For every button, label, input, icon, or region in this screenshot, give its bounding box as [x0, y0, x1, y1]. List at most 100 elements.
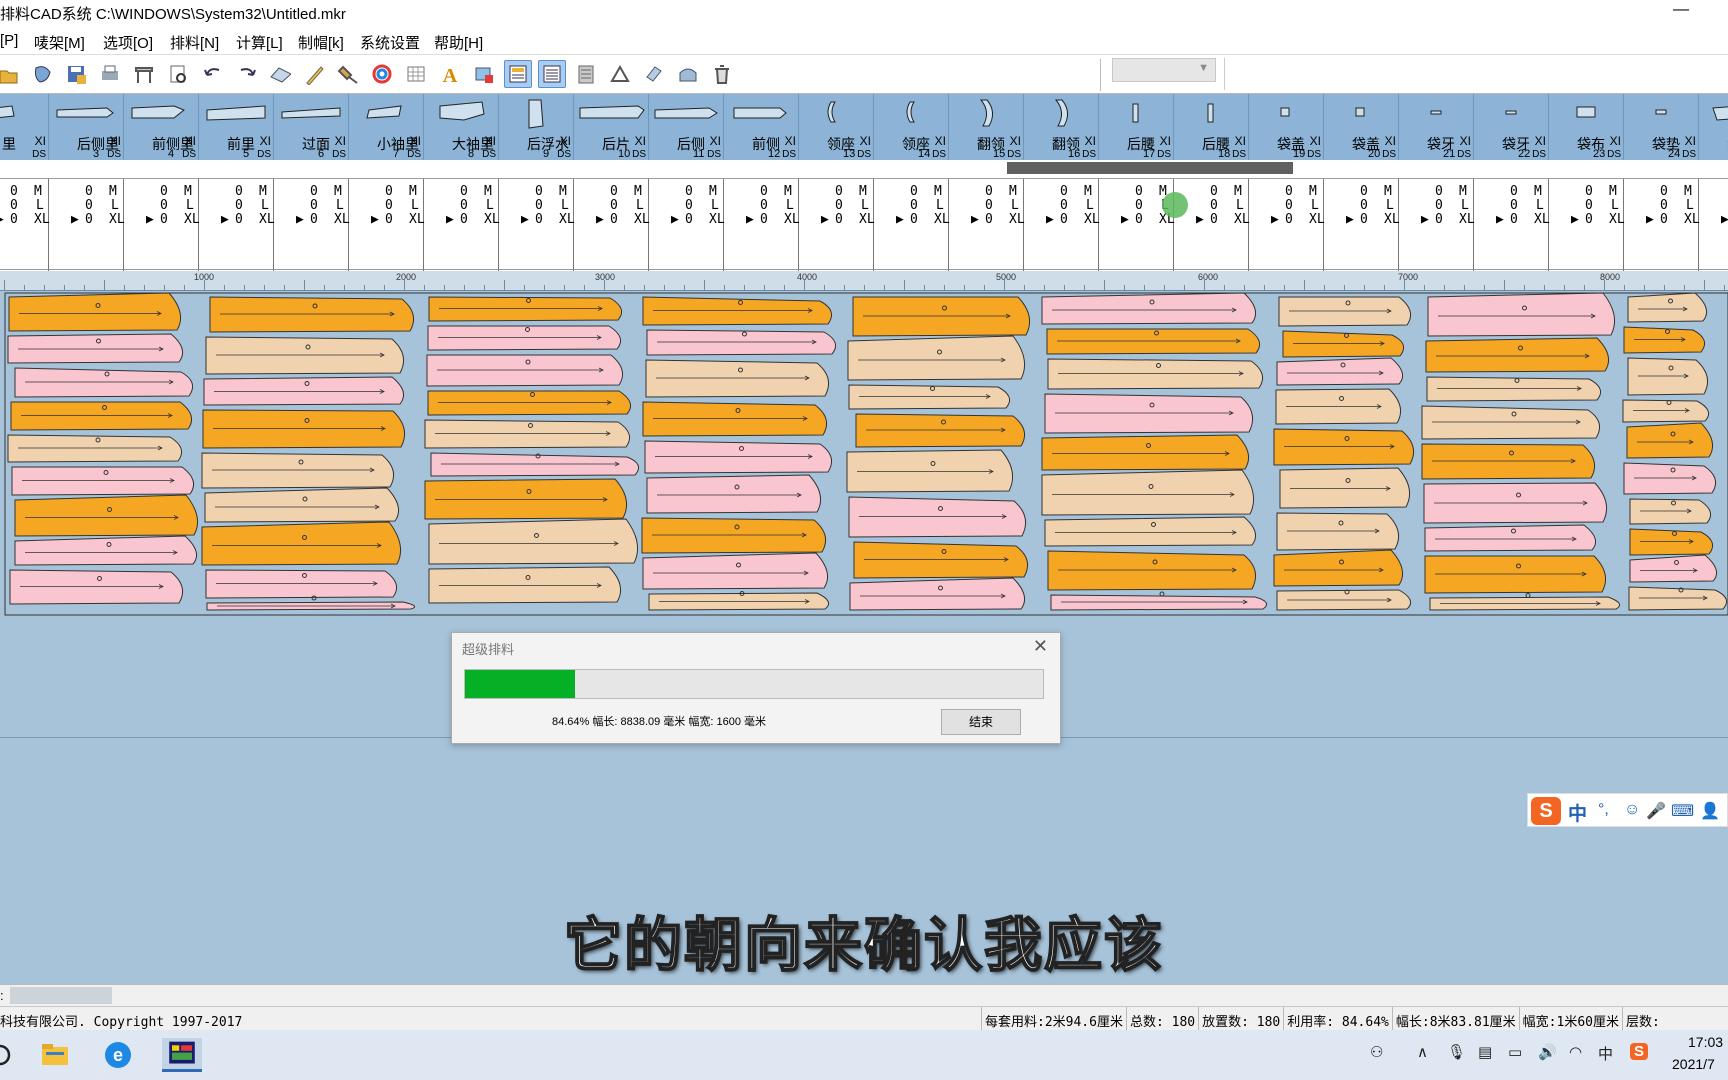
- marker-piece[interactable]: [7, 434, 183, 463]
- marker-piece[interactable]: [1421, 443, 1596, 480]
- flip-icon[interactable]: [674, 60, 702, 88]
- marker-piece[interactable]: [846, 449, 1014, 493]
- marker-piece[interactable]: [205, 336, 405, 375]
- marker-piece[interactable]: [427, 390, 632, 416]
- open-icon[interactable]: [0, 60, 22, 88]
- ime-language-toggle[interactable]: 中: [1568, 799, 1587, 826]
- marker-piece[interactable]: [203, 376, 405, 406]
- piece-strip-scrollbar[interactable]: [0, 160, 1728, 178]
- marker-piece[interactable]: [428, 296, 623, 322]
- marker-piece[interactable]: [642, 401, 828, 437]
- marker-piece[interactable]: [9, 569, 184, 605]
- marker-piece[interactable]: [848, 496, 1027, 538]
- piece-cell[interactable]: XI 领座 14 DS: [874, 94, 949, 160]
- undo-icon[interactable]: [198, 60, 226, 88]
- size-column[interactable]: ▶0M0L0XL: [1324, 179, 1400, 271]
- piece-cell[interactable]: XI 后腰 18 DS: [1174, 94, 1249, 160]
- marker-piece[interactable]: [848, 384, 1011, 410]
- ime-zh-icon[interactable]: 中: [1598, 1043, 1613, 1064]
- marker-piece[interactable]: [1041, 292, 1257, 325]
- marker-piece[interactable]: [1047, 358, 1264, 390]
- redo-icon[interactable]: [232, 60, 260, 88]
- piece-cell[interactable]: XI 后腰 17 DS: [1099, 94, 1174, 160]
- menu-item-5[interactable]: 制帽[k]: [298, 32, 344, 53]
- piece-cell[interactable]: XI 袋盖 19 DS: [1249, 94, 1324, 160]
- size-column[interactable]: ▶0M0L0XL: [124, 179, 200, 271]
- size-column[interactable]: ▶0M0L0XL: [1699, 179, 1728, 271]
- size-column[interactable]: ▶0M0L0XL: [199, 179, 275, 271]
- marker-piece[interactable]: [1276, 357, 1404, 386]
- marker-piece[interactable]: [646, 329, 837, 356]
- piece-cell[interactable]: XI 后侧里 3 DS: [49, 94, 124, 160]
- marker-piece[interactable]: [1629, 554, 1718, 583]
- piece-cell[interactable]: XI 后侧 11 DS: [649, 94, 724, 160]
- chevron-up-icon[interactable]: ∧: [1417, 1043, 1428, 1061]
- list-view-icon[interactable]: [538, 60, 566, 88]
- size-column[interactable]: ▶0M0L0XL: [1399, 179, 1475, 271]
- text-icon[interactable]: A: [436, 60, 464, 88]
- marker-piece[interactable]: [209, 296, 415, 333]
- toolbar-combo[interactable]: ▼: [1112, 58, 1216, 82]
- menu-item-1[interactable]: 唛架[M]: [34, 32, 85, 53]
- marker-piece[interactable]: [11, 466, 195, 496]
- marker-piece[interactable]: [1424, 524, 1597, 552]
- search-icon[interactable]: [0, 1038, 34, 1072]
- marker-piece[interactable]: [1626, 422, 1714, 459]
- keyboard-icon[interactable]: ⌨: [1671, 801, 1694, 821]
- piece-cell[interactable]: XI 翻领 15 DS: [949, 94, 1024, 160]
- close-icon[interactable]: ✕: [1033, 636, 1048, 657]
- marker-piece[interactable]: [1427, 292, 1616, 337]
- marker-piece[interactable]: [646, 474, 822, 514]
- marker-piece[interactable]: [14, 535, 198, 566]
- sogou-icon[interactable]: S: [1630, 1043, 1649, 1060]
- piece-cell[interactable]: XI 袋牙 21 DS: [1399, 94, 1474, 160]
- marker-piece[interactable]: [201, 521, 402, 566]
- marker-piece[interactable]: [424, 419, 631, 449]
- piece-cell[interactable]: XI 后浮水 9 DS: [499, 94, 574, 160]
- piece-cell[interactable]: XI 袋布 23 DS: [1549, 94, 1624, 160]
- marker-piece[interactable]: [201, 452, 395, 489]
- command-input[interactable]: [10, 987, 112, 1004]
- calculator-icon[interactable]: [572, 60, 600, 88]
- marker-piece[interactable]: [1629, 528, 1714, 556]
- marker-piece[interactable]: [1627, 357, 1709, 396]
- marker-piece[interactable]: [641, 517, 827, 554]
- minimize-button[interactable]: —: [1666, 0, 1696, 24]
- size-column[interactable]: ▶0M0L0XL: [0, 179, 50, 271]
- marker-piece[interactable]: [1627, 292, 1708, 323]
- marker-piece[interactable]: [1282, 330, 1405, 358]
- marker-piece[interactable]: [847, 335, 1026, 381]
- marker-piece[interactable]: [1044, 516, 1257, 547]
- save-icon[interactable]: [28, 60, 56, 88]
- menu-item-4[interactable]: 计算[L]: [236, 32, 283, 53]
- marker-piece[interactable]: [1041, 434, 1250, 471]
- size-column[interactable]: ▶0M0L0XL: [499, 179, 575, 271]
- size-column[interactable]: ▶0M0L0XL: [1024, 179, 1100, 271]
- size-column[interactable]: ▶0M0L0XL: [949, 179, 1025, 271]
- marker-piece[interactable]: [644, 440, 833, 474]
- marker-piece[interactable]: [10, 401, 193, 431]
- size-column[interactable]: ▶0M0L0XL: [49, 179, 125, 271]
- preview-icon[interactable]: [164, 60, 192, 88]
- wifi-icon[interactable]: ◠: [1569, 1043, 1582, 1061]
- cad-app-icon[interactable]: [162, 1038, 202, 1072]
- menu-item-0[interactable]: [P]: [0, 32, 18, 49]
- marker-piece[interactable]: [428, 518, 639, 565]
- marker-piece[interactable]: [642, 296, 833, 326]
- piece-cell[interactable]: XI 过面 6 DS: [274, 94, 349, 160]
- marker-piece[interactable]: [1426, 376, 1602, 402]
- marker-piece[interactable]: [1044, 393, 1254, 434]
- size-column[interactable]: ▶0M0L0XL: [1549, 179, 1625, 271]
- print-icon[interactable]: [96, 60, 124, 88]
- piece-cell[interactable]: XI 袋牙 22 DS: [1474, 94, 1549, 160]
- marker-piece[interactable]: [849, 577, 1026, 611]
- menu-item-6[interactable]: 系统设置: [360, 32, 420, 53]
- marker-piece[interactable]: [428, 566, 622, 604]
- marker-piece[interactable]: [1276, 512, 1400, 551]
- marker-piece[interactable]: [14, 494, 199, 537]
- file-explorer-icon[interactable]: [38, 1038, 72, 1072]
- size-column[interactable]: ▶0M0L0XL: [1624, 179, 1700, 271]
- menu-item-2[interactable]: 选项[O]: [103, 32, 153, 53]
- marker-piece[interactable]: [205, 569, 398, 599]
- marker-piece[interactable]: [427, 325, 622, 351]
